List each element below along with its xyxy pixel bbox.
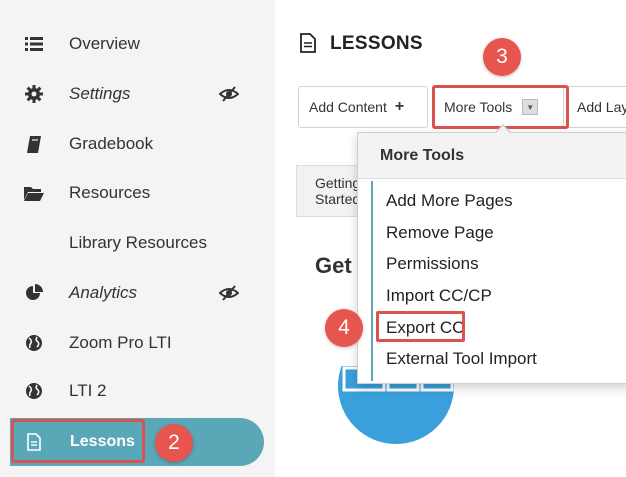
- folder-open-icon: [24, 183, 44, 203]
- page-title: LESSONS: [300, 33, 423, 55]
- more-tools-dropdown: More Tools Add More Pages Remove Page Pe…: [357, 132, 626, 384]
- document-icon: [300, 33, 320, 55]
- add-layout-label: Add Layout: [577, 99, 626, 115]
- add-layout-button[interactable]: Add Layout: [566, 86, 626, 128]
- sidebar-item-lti-2[interactable]: LTI 2: [0, 367, 275, 415]
- sidebar-item-label: Analytics: [69, 283, 138, 302]
- sidebar-item-label: Settings: [69, 84, 131, 103]
- eye-slash-icon[interactable]: [218, 284, 240, 302]
- book-icon: [24, 134, 44, 154]
- eye-slash-icon[interactable]: [218, 85, 240, 103]
- sidebar: Overview Settings Gradebook Resources Li…: [0, 0, 275, 477]
- list-icon: [24, 34, 44, 54]
- add-content-label: Add Content: [309, 99, 387, 115]
- sidebar-item-label: Zoom Pro LTI: [69, 333, 172, 352]
- dropdown-header: More Tools: [358, 133, 626, 179]
- sidebar-item-analytics[interactable]: Analytics: [0, 269, 275, 317]
- plus-icon: +: [394, 98, 405, 115]
- menu-item-add-more-pages[interactable]: Add More Pages: [386, 191, 513, 211]
- pie-chart-icon: [24, 283, 44, 303]
- menu-item-remove-page[interactable]: Remove Page: [386, 223, 494, 243]
- menu-item-external-tool-import[interactable]: External Tool Import: [386, 349, 537, 369]
- step-highlight-lessons: [11, 419, 145, 463]
- step-highlight-more-tools: [432, 85, 569, 129]
- sidebar-item-zoom-pro-lti[interactable]: Zoom Pro LTI: [0, 319, 275, 367]
- dropdown-accent-bar: [371, 181, 373, 381]
- sidebar-item-settings[interactable]: Settings: [0, 70, 275, 118]
- menu-item-import-cc-cp[interactable]: Import CC/CP: [386, 286, 492, 306]
- menu-item-permissions[interactable]: Permissions: [386, 254, 479, 274]
- sidebar-item-overview[interactable]: Overview: [0, 20, 275, 68]
- step-highlight-export: [376, 311, 465, 342]
- page-title-text: LESSONS: [330, 33, 423, 54]
- step-badge-4: 4: [325, 309, 363, 347]
- add-content-button[interactable]: Add Content +: [298, 86, 428, 128]
- dropdown-caret-inner: [495, 126, 511, 134]
- sidebar-item-library-resources[interactable]: Library Resources: [0, 219, 275, 267]
- sidebar-item-label: Resources: [69, 183, 151, 202]
- sidebar-item-label: Library Resources: [69, 233, 207, 252]
- sidebar-item-resources[interactable]: Resources: [0, 169, 275, 217]
- globe-icon: [24, 333, 44, 353]
- sidebar-item-label: Gradebook: [69, 134, 154, 153]
- gear-icon: [24, 84, 44, 104]
- step-badge-2: 2: [155, 424, 193, 462]
- sidebar-item-gradebook[interactable]: Gradebook: [0, 120, 275, 168]
- content-heading: Get: [315, 253, 352, 278]
- step-badge-3: 3: [483, 38, 521, 76]
- sidebar-item-label: Overview: [69, 34, 140, 53]
- sidebar-item-label: LTI 2: [69, 381, 107, 400]
- globe-icon: [24, 381, 44, 401]
